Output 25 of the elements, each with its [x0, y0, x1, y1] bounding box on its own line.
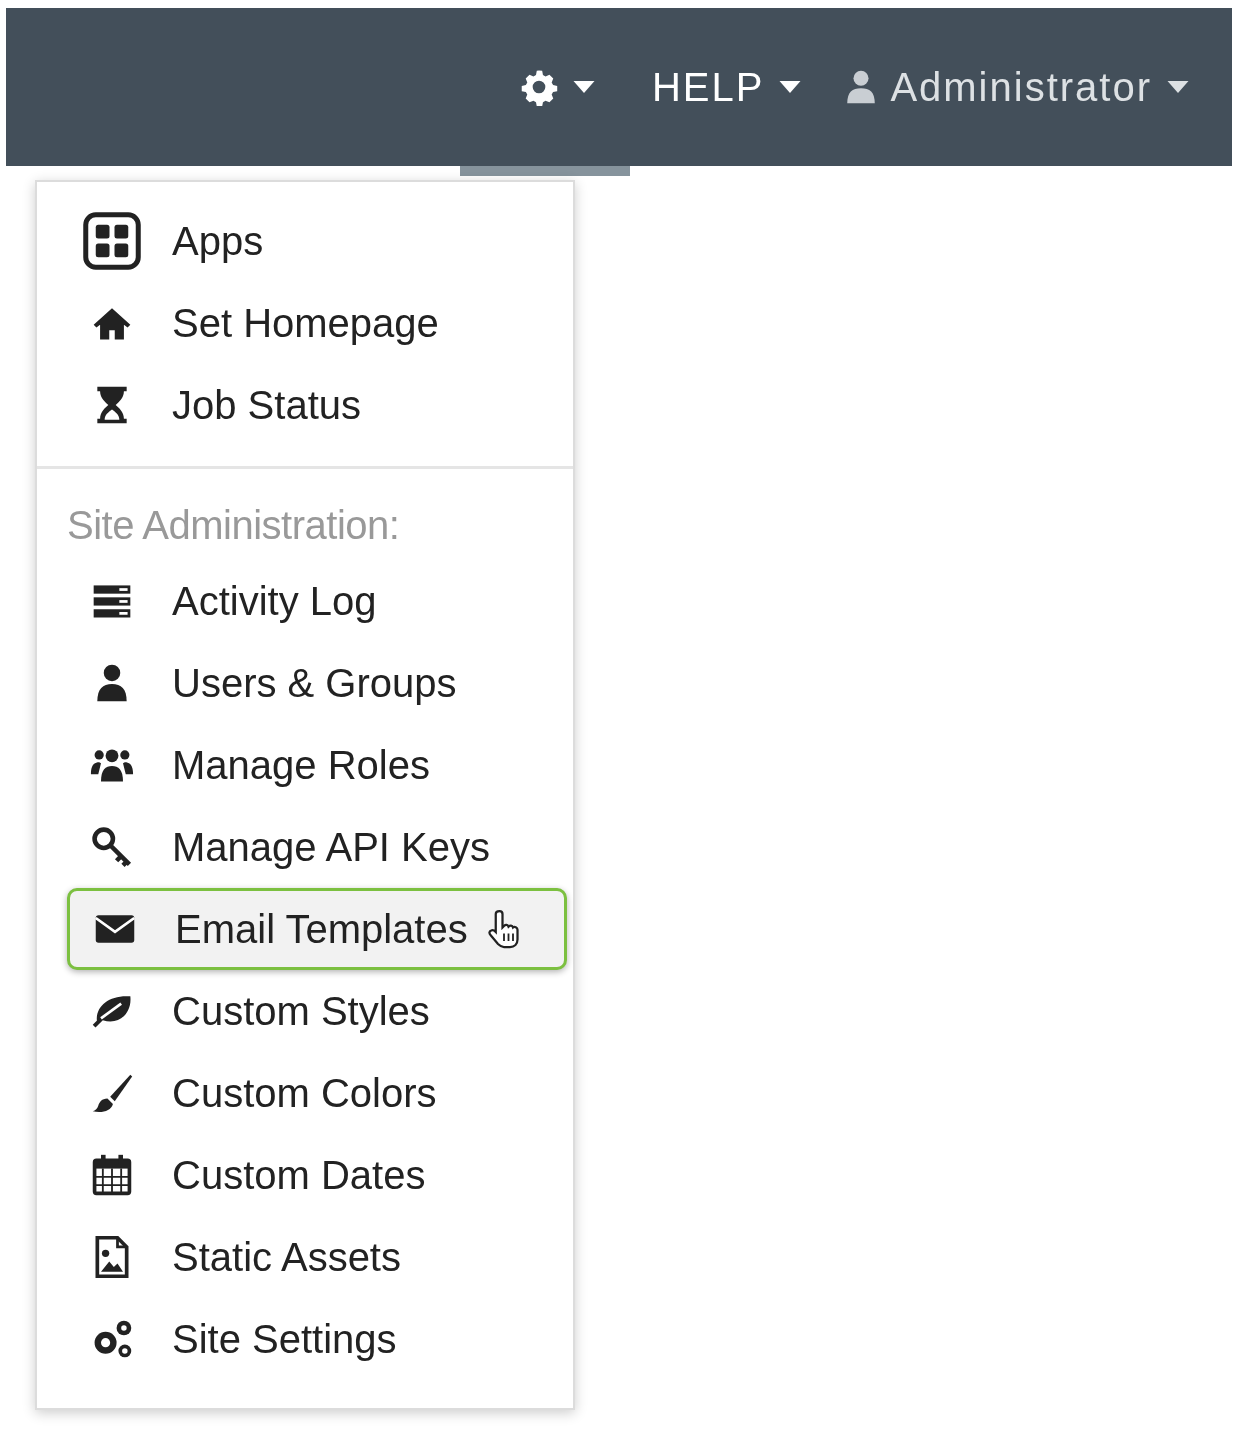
- menu-item[interactable]: Email Templates: [67, 888, 567, 970]
- user-menu-button[interactable]: Administrator: [824, 8, 1212, 166]
- hand-cursor-icon: [485, 908, 522, 950]
- menu-item[interactable]: Static Assets: [37, 1216, 573, 1298]
- menu-item[interactable]: Job Status: [37, 364, 573, 446]
- settings-icon: [519, 68, 558, 106]
- user-icon: [846, 69, 877, 105]
- menu-item[interactable]: Activity Log: [37, 560, 573, 642]
- key-icon: [90, 825, 134, 869]
- caret-icon: [571, 81, 596, 93]
- menu-item[interactable]: Manage Roles: [37, 724, 573, 806]
- menu-item[interactable]: Set Homepage: [37, 282, 573, 364]
- menu-item[interactable]: Custom Dates: [37, 1134, 573, 1216]
- menu-item[interactable]: Users & Groups: [37, 642, 573, 724]
- menu-item[interactable]: Custom Styles: [37, 970, 573, 1052]
- menu-item[interactable]: Apps: [37, 200, 573, 282]
- calendar-icon: [90, 1153, 134, 1197]
- caret-icon: [1166, 81, 1190, 93]
- menu-item[interactable]: Site Settings: [37, 1298, 573, 1380]
- help-menu-button[interactable]: HELP: [629, 8, 825, 166]
- section-header: Site Administration:: [66, 502, 401, 549]
- caret-icon: [778, 81, 803, 93]
- menu-item[interactable]: Manage API Keys: [37, 806, 573, 888]
- apps-icon: [82, 211, 142, 271]
- menu-item[interactable]: Custom Colors: [37, 1052, 573, 1134]
